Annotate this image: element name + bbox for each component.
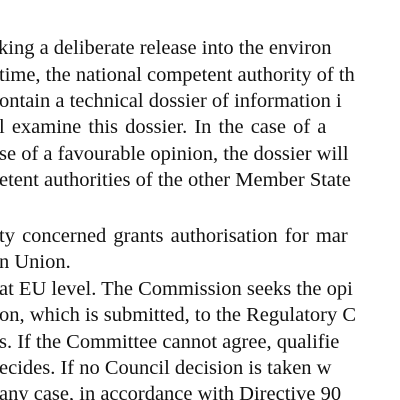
paragraph-3-line-5: any case, in accordance with Directive 9… xyxy=(0,383,342,400)
paragraph-3-line-3: s. If the Committee cannot agree, qualif… xyxy=(0,331,340,353)
paragraph-2-line-1: ty concerned grants authorisation for ma… xyxy=(0,225,348,247)
paragraph-1-line-6: etent authorities of the other Member St… xyxy=(0,169,351,191)
paragraph-1-line-1: king a deliberate release into the envir… xyxy=(0,37,332,59)
paragraph-3-line-1: at EU level. The Commission seeks the op… xyxy=(0,278,353,300)
paragraph-3-line-2: on, which is submitted, to the Regulator… xyxy=(0,304,357,326)
paragraph-2-line-2: n Union. xyxy=(0,251,71,273)
paragraph-1-line-3: ontain a technical dossier of informatio… xyxy=(0,90,342,112)
paragraph-1-line-4: l examine this dossier. In the case of a xyxy=(0,116,327,138)
document-page: king a deliberate release into the envir… xyxy=(0,0,400,400)
paragraph-1-line-2: time, the national competent authority o… xyxy=(0,64,355,86)
paragraph-1-line-5: se of a favourable opinion, the dossier … xyxy=(0,143,349,165)
paragraph-3-line-4: ecides. If no Council decision is taken … xyxy=(0,357,332,379)
